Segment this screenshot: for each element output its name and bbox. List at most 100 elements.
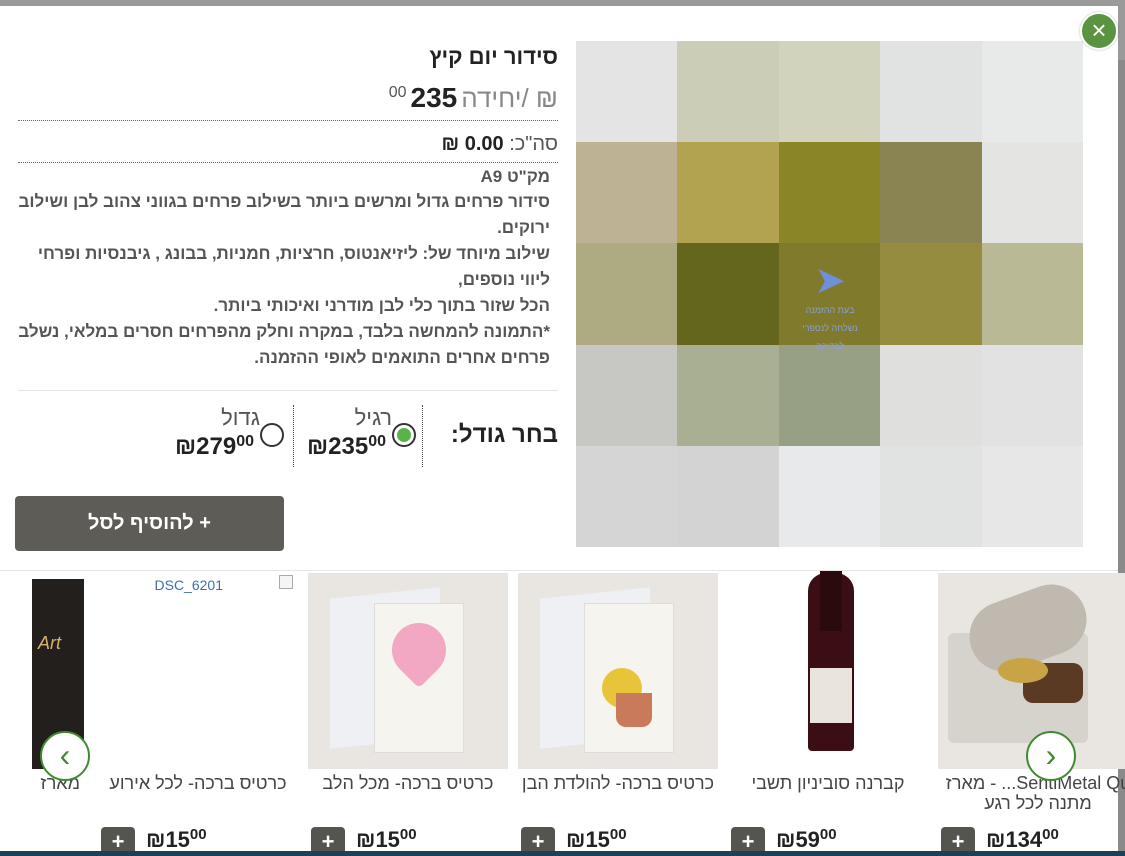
broken-image-icon (279, 575, 293, 589)
price-main: ₪134 (986, 827, 1043, 852)
product-modal: ➤ בעת ההזמנה נשלחה לנספרי לבדיקה סידור י… (0, 6, 1125, 856)
size-option-name: רגיל (354, 405, 392, 430)
product-description: סידור פרחים גדול ומרשים ביותר בשילוב פרח… (18, 189, 550, 371)
gift-box-logo: Art (38, 633, 62, 653)
bottle-neck-shape (820, 571, 842, 631)
price-main: ₪15 (356, 827, 400, 852)
price-decimal: 00 (189, 826, 207, 843)
price-decimal: 00 (819, 826, 837, 843)
product-name[interactable]: קברנה סוביניון תשבי (728, 773, 928, 793)
size-price-decimal: 00 (368, 433, 386, 450)
price-decimal: 00 (399, 826, 417, 843)
paper-plane-icon: ➤ (814, 260, 846, 302)
image-cell (677, 243, 779, 345)
product-name[interactable]: כרטיס ברכה- לכל אירוע (98, 773, 298, 793)
product-card[interactable]: Art מארז (0, 571, 88, 856)
image-cell (981, 41, 1083, 143)
pot-shape (616, 693, 652, 727)
image-cell (880, 445, 982, 547)
broken-image-alt[interactable]: DSC_6201 (155, 577, 224, 593)
product-name[interactable]: SentiMetal Qu... - מארז מתנה לכל רגע (938, 773, 1125, 813)
image-cell (981, 344, 1083, 446)
image-cell (778, 445, 881, 547)
size-radio-regular[interactable] (392, 423, 416, 447)
carousel-next-button[interactable]: › (1026, 731, 1076, 781)
total-value: 0.00 ₪ (441, 133, 504, 155)
image-cell (981, 243, 1083, 345)
unit-price: ₪ /יחידה 235 00 (18, 82, 558, 121)
image-cell (880, 41, 982, 143)
bottle-label-shape (810, 668, 852, 723)
image-cell (576, 445, 678, 547)
image-cell (576, 344, 678, 446)
unit-price-suffix: ₪ /יחידה (461, 83, 558, 113)
unit-price-decimal: 00 (388, 84, 407, 101)
product-name[interactable]: כרטיס ברכה- מכל הלב (308, 773, 508, 793)
product-thumbnail[interactable]: DSC_6201 (98, 573, 298, 769)
image-cell (778, 344, 881, 446)
image-cell (677, 41, 779, 143)
product-details: סידור יום קיץ ₪ /יחידה 235 00 סה"כ: 0.00… (18, 44, 558, 371)
image-cell (677, 142, 779, 244)
product-price: ₪13400 (986, 826, 1059, 853)
product-card[interactable]: קברנה סוביניון תשבי + ₪5900 (728, 571, 928, 856)
unit-price-main: 235 (410, 82, 458, 113)
image-badge-text: בעת ההזמנה נשלחה לנספרי לבדיקה (802, 305, 858, 351)
product-price: ₪1500 (566, 826, 627, 853)
size-option-name: גדול (221, 405, 260, 430)
product-price: ₪5900 (776, 826, 837, 853)
product-thumbnail[interactable] (308, 573, 508, 769)
product-card[interactable]: כרטיס ברכה- מכל הלב + ₪1500 (308, 571, 508, 856)
image-cell (981, 445, 1083, 547)
product-price: ₪1500 (356, 826, 417, 853)
image-cell (880, 142, 982, 244)
add-to-cart-button[interactable]: + להוסיף לסל (15, 496, 284, 551)
product-price: ₪1500 (146, 826, 207, 853)
description-line: *התמונה להמחשה בלבד, במקרה וחלק מהפרחים … (18, 322, 550, 367)
size-price-main: ₪279 (174, 433, 237, 460)
price-decimal: 00 (609, 826, 627, 843)
description-line: שילוב מיוחד של: ליזיאנטוס, חרציות, חמניו… (37, 244, 550, 289)
price-main: ₪15 (146, 827, 190, 852)
close-modal-button[interactable]: × (1080, 12, 1118, 50)
size-label: בחר גודל: (450, 421, 558, 448)
related-products-carousel: SentiMetal Qu... - מארז מתנה לכל רגע + ₪… (0, 570, 1125, 856)
image-cell (778, 142, 881, 244)
size-option-price: ₪23500 (307, 433, 386, 461)
product-card[interactable]: כרטיס ברכה- להולדת הבן + ₪1500 (518, 571, 718, 856)
size-price-main: ₪235 (306, 433, 369, 460)
product-name[interactable]: כרטיס ברכה- להולדת הבן (518, 773, 718, 793)
size-selector: בחר גודל: רגיל ₪23500 גדול ₪27900 (18, 390, 558, 470)
size-price-decimal: 00 (236, 433, 254, 450)
total-label: סה"כ: (509, 133, 558, 155)
product-card[interactable]: SentiMetal Qu... - מארז מתנה לכל רגע + ₪… (938, 571, 1125, 856)
description-line: סידור פרחים גדול ומרשים ביותר בשילוב פרח… (18, 192, 550, 237)
bow-shape (998, 658, 1048, 683)
image-badge: ➤ בעת ההזמנה נשלחה לנספרי לבדיקה (795, 260, 865, 351)
product-title: סידור יום קיץ (429, 44, 558, 69)
size-option-regular[interactable]: רגיל ₪23500 (293, 405, 423, 467)
product-thumbnail[interactable] (518, 573, 718, 769)
image-cell (880, 344, 982, 446)
image-cell (576, 243, 678, 345)
size-radio-large[interactable] (260, 423, 284, 447)
price-main: ₪59 (776, 827, 820, 852)
price-main: ₪15 (566, 827, 610, 852)
size-option-large[interactable]: גדול ₪27900 (160, 405, 290, 467)
image-cell (880, 243, 982, 345)
product-sku: מק"ט A9 (480, 167, 550, 186)
product-card[interactable]: DSC_6201 כרטיס ברכה- לכל אירוע + ₪1500 (98, 571, 298, 856)
image-cell (981, 142, 1083, 244)
image-cell (576, 41, 678, 143)
image-cell (677, 344, 779, 446)
image-cell (778, 41, 881, 143)
price-decimal: 00 (1042, 826, 1059, 843)
size-option-price: ₪27900 (175, 433, 254, 461)
carousel-prev-button[interactable]: ‹ (40, 731, 90, 781)
page-bottom-strip (0, 851, 1125, 856)
total-line: סה"כ: 0.00 ₪ (18, 133, 558, 163)
image-cell (677, 445, 779, 547)
product-thumbnail[interactable] (728, 571, 928, 769)
image-cell (576, 142, 678, 244)
description-line: הכל שזור בתוך כלי לבן מודרני ואיכותי ביו… (213, 296, 550, 315)
